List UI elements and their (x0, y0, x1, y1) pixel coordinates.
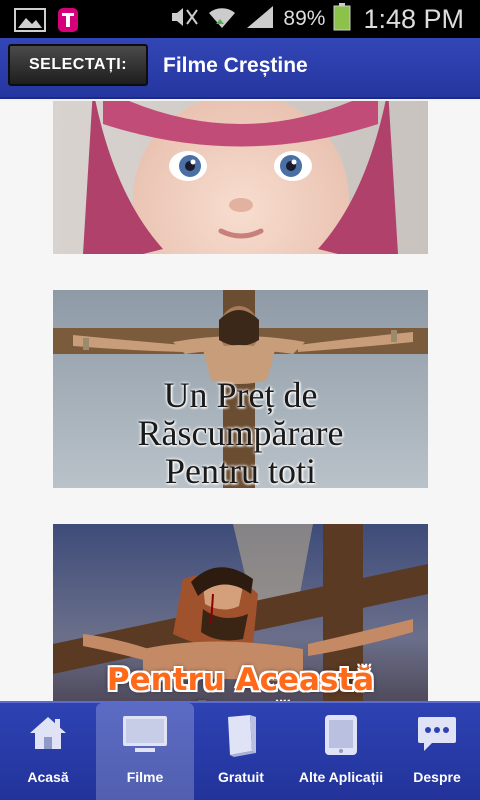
app-header: SELECTAȚI: Filme Creștine (0, 38, 480, 99)
video-thumbnail[interactable]: Pentru Această Cauză (53, 524, 428, 701)
signal-icon (245, 4, 275, 35)
tmobile-icon (56, 6, 82, 39)
battery-percent: 89% (283, 7, 326, 30)
nav-item-home[interactable]: Acasă (0, 703, 96, 800)
video-caption: Un Preț de Răscumpărare Pentru toti (137, 375, 344, 488)
nav-label-home: Acasă (27, 769, 69, 785)
nav-label-movies: Filme (126, 769, 164, 785)
nav-item-movies[interactable]: Filme (96, 703, 194, 800)
chat-bubble-icon (416, 713, 458, 760)
home-icon (28, 713, 68, 758)
nav-item-free[interactable]: Gratuit (194, 703, 288, 800)
nav-label-other-apps: Alte Aplicații (298, 769, 384, 785)
video-thumbnail[interactable]: Un Preț de Răscumpărare Pentru toti (53, 290, 428, 488)
video-thumbnail[interactable] (53, 101, 428, 254)
battery-icon (333, 2, 351, 36)
monitor-icon (121, 713, 169, 760)
status-bar: 89% 1:48 PM (0, 0, 480, 38)
video-list[interactable]: Un Preț de Răscumpărare Pentru toti Pent… (0, 101, 480, 701)
page-title: Filme Creștine (163, 54, 308, 77)
video-caption: Pentru Această Cauză (106, 662, 375, 701)
clock: 1:48 PM (363, 3, 464, 34)
mute-icon (169, 5, 199, 34)
nav-item-about[interactable]: Despre (394, 703, 480, 800)
wifi-icon (207, 4, 237, 35)
nav-item-other-apps[interactable]: Alte Aplicații (288, 703, 394, 800)
gallery-icon (14, 7, 46, 38)
nav-label-about: Despre (413, 769, 461, 785)
tablet-icon (323, 713, 359, 762)
bottom-nav: Acasă Filme Gratuit Alte Aplicații Despr… (0, 701, 480, 800)
book-icon (222, 713, 260, 762)
select-button[interactable]: SELECTAȚI: (8, 44, 148, 86)
nav-label-free: Gratuit (218, 769, 264, 785)
